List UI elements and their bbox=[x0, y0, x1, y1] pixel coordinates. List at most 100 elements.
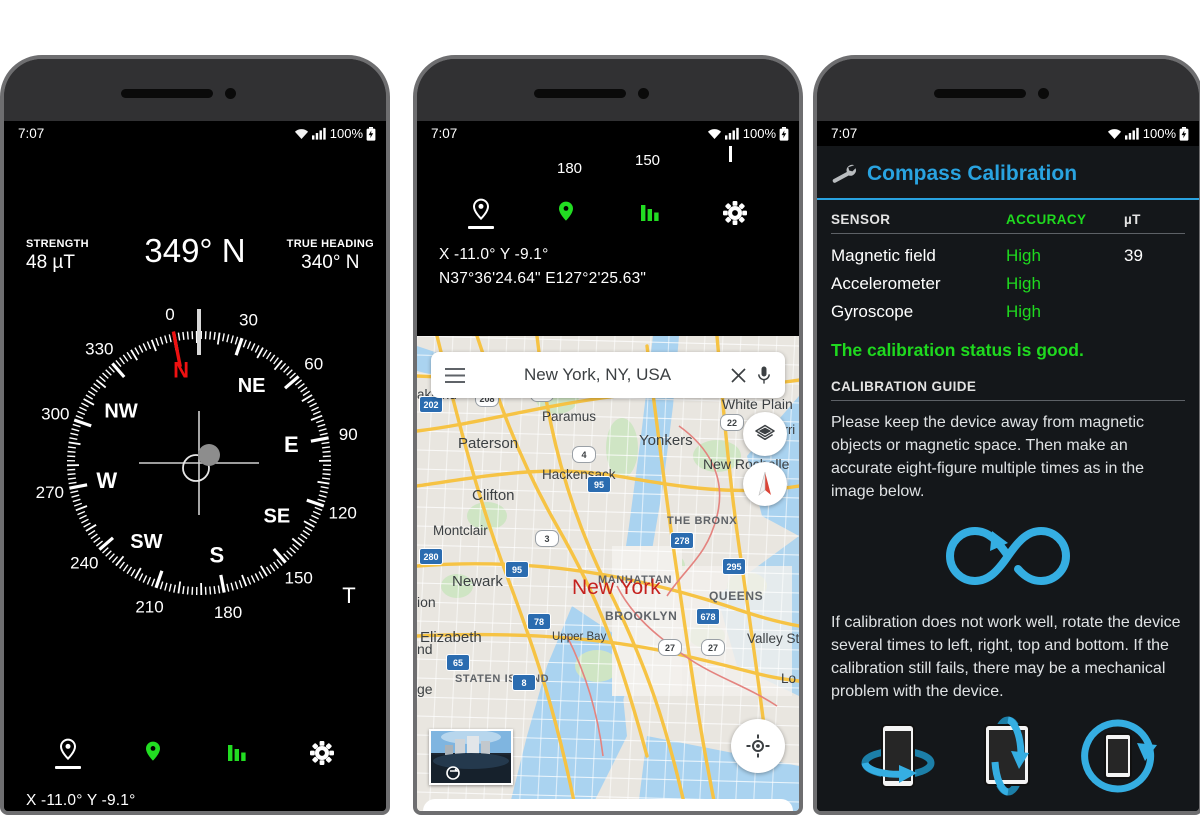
battery-percent: 100% bbox=[330, 126, 363, 141]
my-location-icon bbox=[746, 734, 770, 758]
calibration-header: Compass Calibration bbox=[817, 146, 1199, 198]
front-camera-icon bbox=[638, 88, 649, 99]
phone-compass: 7:07 100% bbox=[0, 55, 390, 815]
svg-text:30: 30 bbox=[239, 310, 258, 329]
svg-text:S: S bbox=[210, 542, 225, 567]
true-heading-value: 340° N bbox=[287, 251, 374, 275]
sensor-name: Gyroscope bbox=[831, 302, 1006, 322]
phone-map: 7:07 100% bbox=[413, 55, 803, 815]
rotate-vertical-icon bbox=[973, 713, 1043, 799]
wrench-icon bbox=[831, 163, 857, 185]
earpiece-speaker bbox=[934, 89, 1026, 98]
sensor-accuracy: High bbox=[1006, 274, 1124, 294]
heading-value: 349° N bbox=[144, 231, 245, 271]
map-compass-button[interactable] bbox=[743, 462, 787, 506]
battery-percent: 100% bbox=[1143, 126, 1176, 141]
guide-header: CALIBRATION GUIDE bbox=[817, 361, 1199, 400]
map-view[interactable]: New York, NY, USA bbox=[417, 336, 799, 813]
col-accuracy: ACCURACY bbox=[1006, 212, 1124, 227]
status-time: 7:07 bbox=[431, 126, 457, 141]
svg-text:N: N bbox=[173, 358, 189, 383]
compass-dial-container[interactable]: 0306090120150180210240270300330NNEESESSW… bbox=[4, 305, 386, 625]
sensor-row: Magnetic fieldHigh39 bbox=[817, 242, 1199, 270]
rotate-horizontal-icon bbox=[855, 715, 941, 797]
calibration-body: Compass Calibration SENSOR ACCURACY µT M… bbox=[817, 146, 1199, 813]
sensor-table-header: SENSOR ACCURACY µT bbox=[817, 200, 1199, 233]
svg-text:0: 0 bbox=[165, 305, 174, 324]
sensor-accuracy: High bbox=[1006, 302, 1124, 322]
svg-text:SE: SE bbox=[264, 506, 291, 528]
svg-text:210: 210 bbox=[135, 598, 163, 617]
tilt-line-1: X -11.0° Y -9.1° bbox=[26, 789, 233, 813]
svg-text:90: 90 bbox=[339, 425, 358, 444]
svg-text:T: T bbox=[342, 583, 355, 608]
toolbar-active-indicator bbox=[55, 766, 81, 769]
dial-degree-180: 180 bbox=[557, 160, 582, 177]
compass-dial[interactable]: 0306090120150180210240270300330NNEESESSW… bbox=[29, 305, 369, 625]
map-bottom-sheet[interactable] bbox=[423, 799, 793, 813]
map-compass-icon bbox=[756, 471, 774, 497]
svg-text:150: 150 bbox=[285, 569, 313, 588]
sensor-ut bbox=[1124, 302, 1184, 322]
toolbar-button-gear[interactable] bbox=[299, 733, 345, 773]
clear-icon[interactable] bbox=[730, 367, 747, 384]
toolbar-button-location-outline[interactable] bbox=[45, 733, 91, 773]
menu-icon[interactable] bbox=[445, 368, 465, 383]
wifi-icon bbox=[707, 127, 722, 140]
bar-chart-icon bbox=[638, 200, 662, 226]
svg-text:NE: NE bbox=[238, 375, 266, 397]
signal-icon bbox=[1125, 127, 1140, 140]
toolbar-button-gear[interactable] bbox=[712, 193, 758, 233]
svg-text:270: 270 bbox=[36, 483, 64, 502]
toolbar-button-location-pin[interactable] bbox=[130, 733, 176, 773]
status-time: 7:07 bbox=[831, 126, 857, 141]
infinity-icon bbox=[924, 517, 1092, 595]
col-sensor: SENSOR bbox=[831, 212, 1006, 227]
signal-icon bbox=[312, 127, 327, 140]
bottom-toolbar-2[interactable] bbox=[417, 193, 799, 233]
earpiece-speaker bbox=[121, 89, 213, 98]
rotate-inplane-icon bbox=[1075, 715, 1161, 797]
street-view-thumbnail[interactable] bbox=[429, 729, 513, 785]
toolbar-button-bar-chart[interactable] bbox=[214, 733, 260, 773]
toolbar-button-bar-chart[interactable] bbox=[627, 193, 673, 233]
layers-icon bbox=[754, 423, 776, 445]
sensor-row: AccelerometerHigh bbox=[817, 270, 1199, 298]
toolbar-button-location-outline[interactable] bbox=[458, 193, 504, 233]
battery-percent: 100% bbox=[743, 126, 776, 141]
calibration-status: The calibration status is good. bbox=[817, 326, 1199, 361]
location-outline-icon bbox=[56, 738, 80, 764]
sensor-name: Magnetic field bbox=[831, 246, 1006, 266]
strength-label: STRENGTH bbox=[26, 237, 89, 251]
status-bar-3: 7:07 100% bbox=[817, 121, 1199, 146]
dial-degree-150: 150 bbox=[635, 152, 660, 169]
svg-text:60: 60 bbox=[304, 354, 323, 373]
front-camera-icon bbox=[1038, 88, 1049, 99]
svg-text:240: 240 bbox=[70, 554, 98, 573]
svg-text:SW: SW bbox=[130, 531, 162, 553]
wifi-icon bbox=[1107, 127, 1122, 140]
map-layers-button[interactable] bbox=[743, 412, 787, 456]
screen-1: 7:07 100% bbox=[4, 121, 386, 813]
toolbar-button-location-pin[interactable] bbox=[543, 193, 589, 233]
status-icons: 100% bbox=[294, 126, 376, 141]
microphone-icon[interactable] bbox=[757, 366, 771, 385]
bar-chart-icon bbox=[225, 740, 249, 766]
svg-text:W: W bbox=[96, 468, 117, 493]
strength-value: 48 µT bbox=[26, 251, 89, 275]
guide-text: Please keep the device away from magneti… bbox=[817, 401, 1199, 503]
wifi-icon bbox=[294, 127, 309, 140]
phone-bezel-2 bbox=[417, 59, 799, 121]
search-input[interactable]: New York, NY, USA bbox=[475, 365, 720, 385]
status-icons: 100% bbox=[1107, 126, 1189, 141]
status-time: 7:07 bbox=[18, 126, 44, 141]
footer-text: If calibration does not work well, rotat… bbox=[817, 601, 1199, 703]
map-search-bar[interactable]: New York, NY, USA bbox=[431, 352, 785, 398]
svg-text:NW: NW bbox=[104, 400, 137, 422]
true-heading-label: TRUE HEADING bbox=[287, 237, 374, 251]
bottom-toolbar-1[interactable] bbox=[4, 733, 386, 773]
sensor-row: GyroscopeHigh bbox=[817, 298, 1199, 326]
page-title: Compass Calibration bbox=[867, 162, 1077, 186]
phone-bezel-1 bbox=[4, 59, 386, 121]
my-location-button[interactable] bbox=[731, 719, 785, 773]
